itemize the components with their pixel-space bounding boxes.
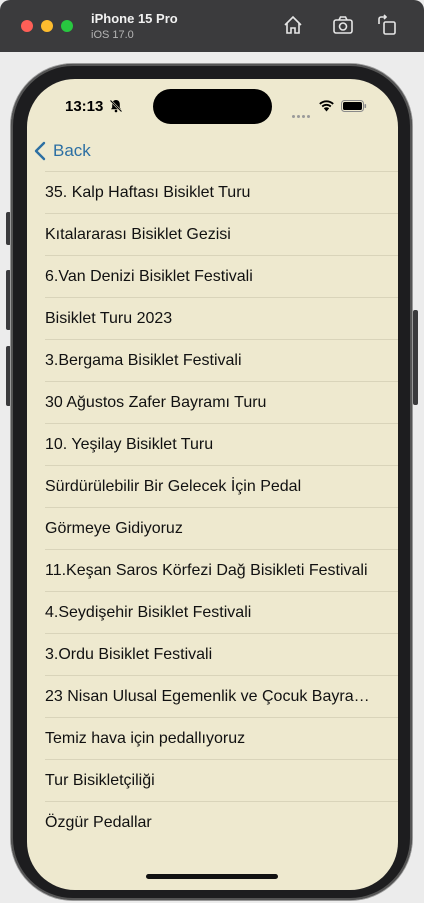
battery-icon: [341, 100, 367, 112]
list-item[interactable]: 11.Keşan Saros Körfezi Dağ Bisikleti Fes…: [45, 549, 398, 591]
chevron-left-icon: [34, 141, 46, 161]
side-button: [413, 310, 418, 405]
wifi-icon: [319, 100, 334, 112]
dynamic-island: [153, 89, 272, 124]
list-item[interactable]: 35. Kalp Haftası Bisiklet Turu: [45, 171, 398, 213]
back-label: Back: [53, 141, 91, 160]
bell-slash-icon: [109, 99, 123, 113]
device-name: iPhone 15 Pro: [91, 11, 178, 26]
os-version: iOS 17.0: [91, 29, 134, 41]
status-time: 13:13: [65, 98, 104, 115]
list-item[interactable]: 10. Yeşilay Bisiklet Turu: [45, 423, 398, 465]
zoom-window-button[interactable]: [61, 20, 73, 32]
list-item[interactable]: Bisiklet Turu 2023: [45, 297, 398, 339]
event-list: 35. Kalp Haftası Bisiklet Turu Kıtalarar…: [27, 171, 398, 843]
list-item[interactable]: 6.Van Denizi Bisiklet Festivali: [45, 255, 398, 297]
list-item[interactable]: 3.Ordu Bisiklet Festivali: [45, 633, 398, 675]
list-item[interactable]: 30 Ağustos Zafer Bayramı Turu: [45, 381, 398, 423]
list-item[interactable]: 3.Bergama Bisiklet Festivali: [45, 339, 398, 381]
back-button[interactable]: Back: [33, 141, 91, 161]
minimize-window-button[interactable]: [41, 20, 53, 32]
list-item[interactable]: Sürdürülebilir Bir Gelecek İçin Pedal: [45, 465, 398, 507]
signal-icon: [292, 105, 312, 123]
list-item[interactable]: Tur Bisikletçiliği: [45, 759, 398, 801]
close-window-button[interactable]: [21, 20, 33, 32]
list-item[interactable]: Kıtalararası Bisiklet Gezisi: [45, 213, 398, 255]
home-indicator[interactable]: [146, 874, 278, 879]
list-item[interactable]: Görmeye Gidiyoruz: [45, 507, 398, 549]
list-item[interactable]: Özgür Pedallar: [45, 801, 398, 843]
simulator-title-bar: iPhone 15 Pro iOS 17.0: [0, 0, 424, 52]
phone-screen: 13:13 Back 35. Kalp Haftası Bisiklet Tur…: [27, 79, 398, 890]
list-item[interactable]: Temiz hava için pedallıyoruz: [45, 717, 398, 759]
list-item[interactable]: 4.Seydişehir Bisiklet Festivali: [45, 591, 398, 633]
screenshot-icon[interactable]: [332, 14, 354, 36]
home-icon[interactable]: [282, 14, 304, 36]
rotate-icon[interactable]: [376, 14, 398, 36]
list-item[interactable]: 23 Nisan Ulusal Egemenlik ve Çocuk Bayra…: [45, 675, 398, 717]
